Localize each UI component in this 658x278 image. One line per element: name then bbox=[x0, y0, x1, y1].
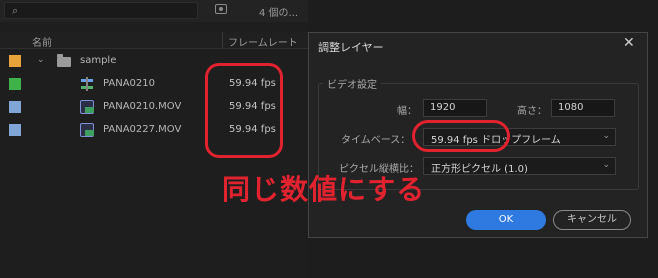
sequence-icon bbox=[81, 77, 93, 91]
search-icon: ⌕ bbox=[12, 4, 19, 17]
panel-toolbar: ⌕ 4 個の... bbox=[0, 0, 308, 22]
item-count: 4 個の... bbox=[259, 8, 299, 19]
pixel-aspect-value: 正方形ピクセル (1.0) bbox=[431, 164, 528, 175]
chevron-down-icon: ⌄ bbox=[602, 131, 610, 141]
chevron-down-icon: ⌄ bbox=[602, 160, 610, 170]
annotation-highlight-timebase bbox=[412, 120, 510, 152]
pixel-aspect-select[interactable]: 正方形ピクセル (1.0) ⌄ bbox=[423, 157, 616, 175]
height-field[interactable]: 1080 bbox=[551, 99, 615, 117]
video-clip-icon bbox=[80, 123, 94, 137]
camera-icon[interactable] bbox=[215, 4, 227, 14]
label-color-swatch bbox=[9, 78, 21, 90]
item-name: PANA0227.MOV bbox=[103, 124, 182, 135]
item-name: sample bbox=[80, 55, 117, 66]
width-label: 幅： bbox=[397, 106, 417, 117]
group-title: ビデオ設定 bbox=[323, 76, 381, 91]
item-name: PANA0210 bbox=[103, 78, 156, 89]
column-frame-rate[interactable]: フレームレート bbox=[228, 34, 298, 49]
item-name: PANA0210.MOV bbox=[103, 101, 182, 112]
cancel-button[interactable]: キャンセル bbox=[553, 210, 631, 230]
folder-icon bbox=[57, 54, 71, 67]
annotation-highlight-fps-column bbox=[205, 63, 283, 158]
dialog-title: 調整レイヤー bbox=[318, 41, 384, 54]
column-name[interactable]: 名前 bbox=[32, 34, 52, 49]
close-icon[interactable]: ✕ bbox=[623, 35, 635, 51]
label-color-swatch bbox=[9, 124, 21, 136]
label-color-swatch bbox=[9, 101, 21, 113]
video-clip-icon bbox=[80, 100, 94, 114]
width-field[interactable]: 1920 bbox=[423, 99, 487, 117]
search-input[interactable]: ⌕ bbox=[4, 2, 198, 19]
timebase-label: タイムベース： bbox=[341, 135, 411, 146]
height-label: 高さ： bbox=[517, 106, 547, 117]
annotation-text: 同じ数値にする bbox=[222, 173, 426, 206]
chevron-down-icon[interactable]: ⌄ bbox=[37, 55, 45, 65]
column-header: 名前 フレームレート bbox=[0, 32, 308, 49]
ok-button[interactable]: OK bbox=[466, 210, 546, 230]
column-separator[interactable] bbox=[222, 32, 223, 49]
label-color-swatch bbox=[9, 55, 21, 67]
